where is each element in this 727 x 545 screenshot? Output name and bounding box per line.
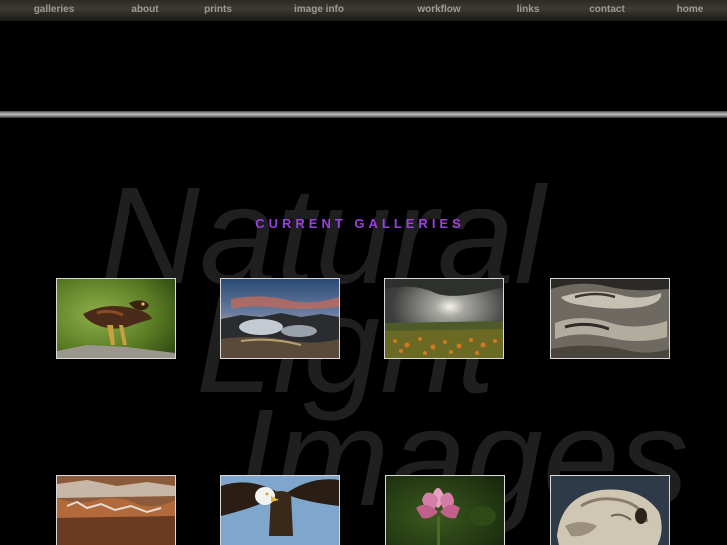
meadow-storm-photo-icon: [385, 279, 503, 358]
geyser-sunset-photo-icon: [221, 279, 339, 358]
hawk-photo-icon: [57, 279, 175, 358]
header-divider: [0, 111, 727, 118]
gallery-thumb-hawk[interactable]: [56, 278, 176, 359]
nav-link-workflow[interactable]: workflow: [417, 4, 460, 15]
nav-link-home[interactable]: home: [677, 4, 704, 15]
otter-photo-icon: [551, 476, 669, 545]
page: galleries about prints image info workfl…: [0, 0, 727, 545]
gallery-thumb-canyon[interactable]: [56, 475, 176, 545]
nav-link-contact[interactable]: contact: [589, 4, 625, 15]
bald-eagle-photo-icon: [221, 476, 339, 545]
nav-link-galleries[interactable]: galleries: [34, 4, 75, 15]
top-nav-bar: galleries about prints image info workfl…: [0, 0, 727, 21]
site-watermark: Natural Light Images: [100, 159, 689, 535]
gallery-thumb-sand[interactable]: [550, 278, 670, 359]
gallery-thumb-geyser[interactable]: [220, 278, 340, 359]
nav-link-about[interactable]: about: [131, 4, 158, 15]
gallery-thumb-meadow[interactable]: [384, 278, 504, 359]
sand-ripples-photo-icon: [551, 279, 669, 358]
gallery-thumb-eagle[interactable]: [220, 475, 340, 545]
lotus-flower-photo-icon: [386, 476, 504, 545]
galleries-heading: CURRENT GALLERIES: [255, 216, 465, 231]
nav-link-prints[interactable]: prints: [204, 4, 232, 15]
nav-link-image-info[interactable]: image info: [294, 4, 344, 15]
gallery-thumb-lotus[interactable]: [385, 475, 505, 545]
gallery-thumb-otter[interactable]: [550, 475, 670, 545]
nav-link-links[interactable]: links: [517, 4, 540, 15]
canyon-photo-icon: [57, 476, 175, 545]
